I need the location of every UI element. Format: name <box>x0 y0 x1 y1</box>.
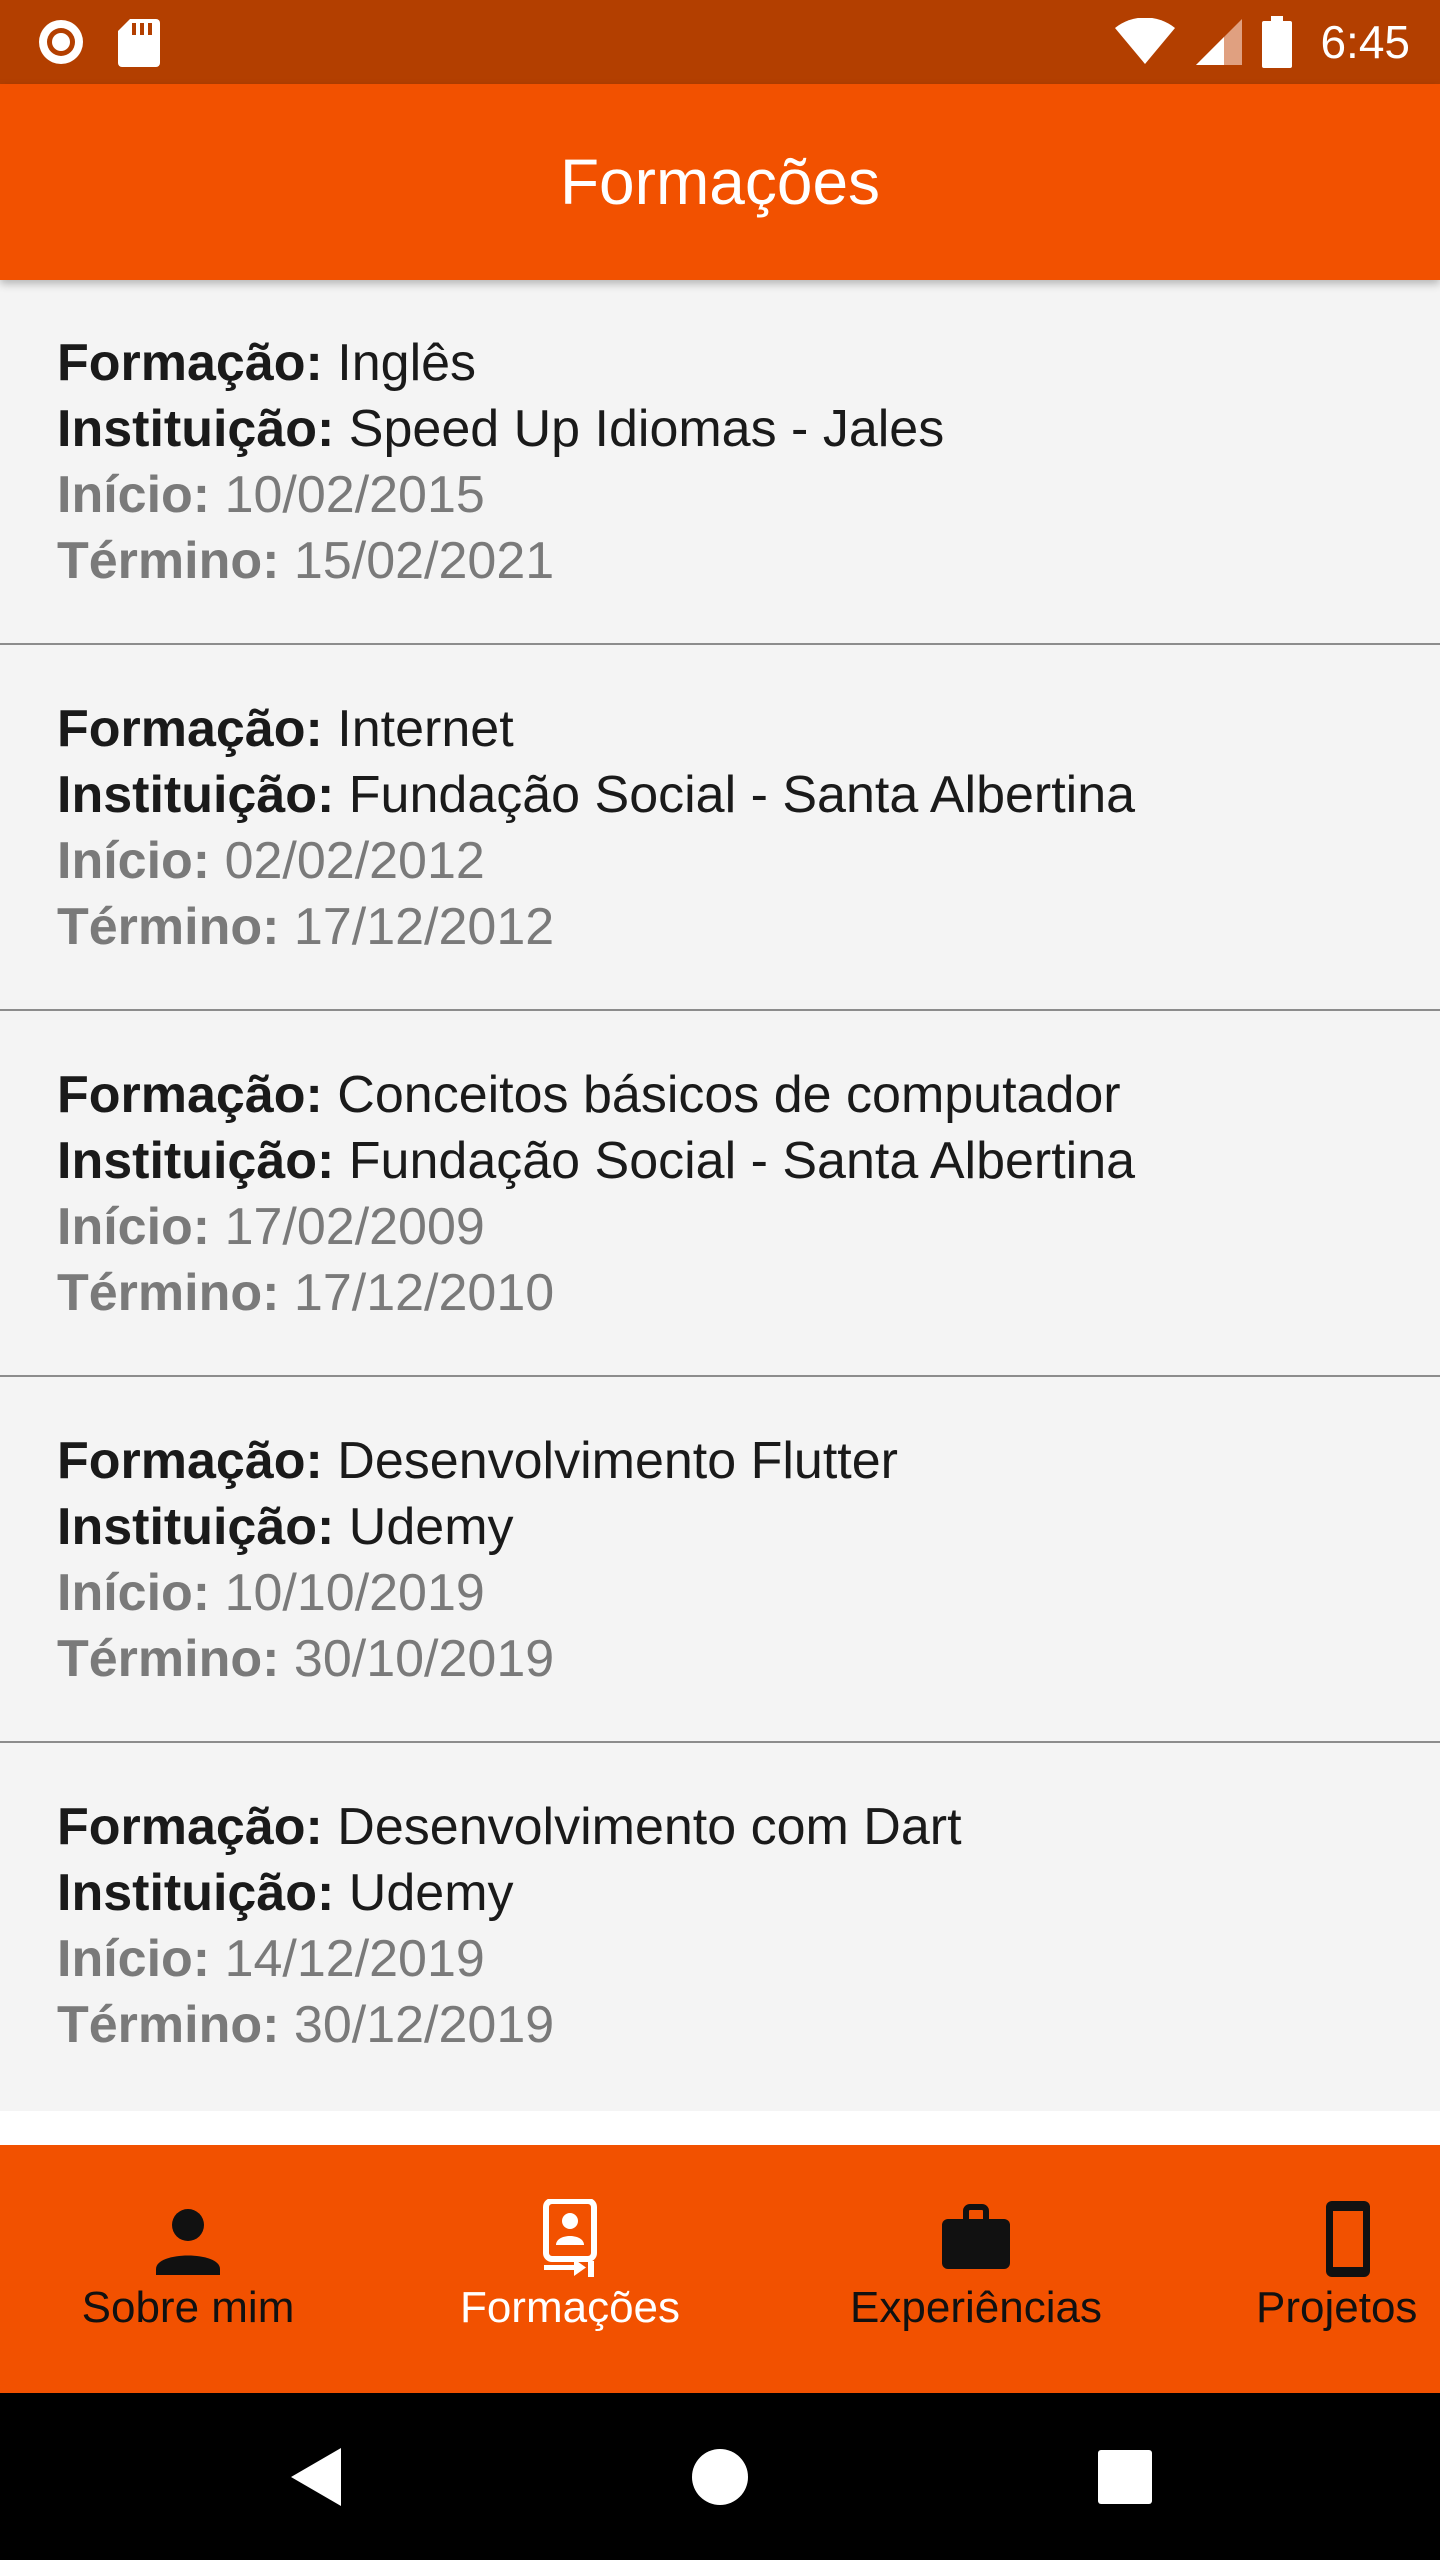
termino-line: Término: 30/10/2019 <box>57 1626 898 1692</box>
formacao-value: Inglês <box>337 334 477 392</box>
instituicao-line: Instituição: Fundação Social - Santa Alb… <box>57 1128 1135 1194</box>
termino-value: 17/12/2010 <box>293 1264 555 1322</box>
record-icon <box>39 20 83 64</box>
battery-icon <box>1262 16 1293 68</box>
formacao-value: Desenvolvimento Flutter <box>337 1432 898 1490</box>
instituicao-value: Fundação Social - Santa Albertina <box>348 766 1136 824</box>
formacao-label: Formação: <box>57 700 323 758</box>
termino-label: Término: <box>57 532 280 590</box>
status-left-icons <box>36 18 160 67</box>
formacao-line: Formação: Internet <box>57 696 1135 762</box>
list-item[interactable]: Formação: Desenvolvimento com Dart Insti… <box>0 1744 1440 2109</box>
formacoes-list[interactable]: Formação: Inglês Instituição: Speed Up I… <box>0 280 1440 2112</box>
instituicao-label: Instituição: <box>57 1498 335 1556</box>
formacao-line: Formação: Conceitos básicos de computado… <box>57 1062 1135 1128</box>
inicio-value: 10/02/2015 <box>224 466 485 524</box>
signal-icon <box>1196 19 1243 65</box>
inicio-label: Início: <box>57 832 211 890</box>
termino-label: Término: <box>57 1996 280 2054</box>
inicio-value: 02/02/2012 <box>224 832 485 890</box>
formacao-label: Formação: <box>57 334 323 392</box>
status-bar: 6:45 <box>0 0 1440 84</box>
sd-card-icon <box>118 19 160 67</box>
inicio-line: Início: 02/02/2012 <box>57 828 1135 894</box>
person-icon <box>156 2209 220 2275</box>
wifi-icon <box>1115 18 1176 64</box>
briefcase-icon <box>942 2204 1010 2269</box>
home-icon <box>692 2448 748 2505</box>
inicio-line: Início: 10/02/2015 <box>57 462 944 528</box>
termino-value: 17/12/2012 <box>293 898 555 956</box>
termino-label: Término: <box>57 898 280 956</box>
nav-item-experiencias[interactable]: Experiências <box>826 2145 1126 2393</box>
inicio-value: 17/02/2009 <box>224 1198 485 1256</box>
nav-label: Experiências <box>850 2283 1102 2332</box>
list-item[interactable]: Formação: Inglês Instituição: Speed Up I… <box>0 280 1440 645</box>
nav-label: Sobre mim <box>81 2283 295 2332</box>
instituicao-label: Instituição: <box>57 400 335 458</box>
formacao-label: Formação: <box>57 1432 323 1490</box>
home-button[interactable] <box>645 2393 795 2560</box>
recents-icon <box>1098 2449 1152 2504</box>
back-button[interactable] <box>240 2393 390 2560</box>
list-item[interactable]: Formação: Conceitos básicos de computado… <box>0 1012 1440 1377</box>
termino-label: Término: <box>57 1264 280 1322</box>
inicio-value: 10/10/2019 <box>224 1564 485 1622</box>
screen: 6:45 Formações Formação: Inglês Institui… <box>0 0 1440 2560</box>
inicio-line: Início: 14/12/2019 <box>57 1926 962 1992</box>
nav-item-projetos[interactable]: Projetos <box>1218 2145 1440 2393</box>
termino-value: 30/10/2019 <box>293 1630 555 1688</box>
termino-line: Término: 30/12/2019 <box>57 1992 962 2058</box>
status-right-icons: 6:45 <box>1114 14 1410 70</box>
back-icon <box>291 2447 341 2506</box>
inicio-label: Início: <box>57 1198 211 1256</box>
instituicao-line: Instituição: Fundação Social - Santa Alb… <box>57 762 1135 828</box>
formacao-line: Formação: Inglês <box>57 330 944 396</box>
instituicao-label: Instituição: <box>57 766 335 824</box>
status-time: 6:45 <box>1320 16 1410 68</box>
nav-item-formacoes[interactable]: Formações <box>420 2145 720 2393</box>
list-bottom-gap <box>0 2111 1440 2145</box>
instituicao-value: Udemy <box>348 1864 514 1922</box>
bottom-navigation: Sobre mim Formações Experiências Projeto… <box>0 2145 1440 2393</box>
instituicao-line: Instituição: Udemy <box>57 1494 898 1560</box>
inicio-label: Início: <box>57 1564 211 1622</box>
formacao-line: Formação: Desenvolvimento com Dart <box>57 1794 962 1860</box>
instituicao-value: Udemy <box>348 1498 514 1556</box>
nav-label: Projetos <box>1256 2283 1418 2332</box>
inicio-value: 14/12/2019 <box>224 1930 485 1988</box>
formacao-value: Internet <box>337 700 514 758</box>
smartphone-icon <box>1326 2201 1370 2277</box>
instituicao-label: Instituição: <box>57 1132 335 1190</box>
termino-value: 15/02/2021 <box>293 532 555 590</box>
termino-line: Término: 17/12/2010 <box>57 1260 1135 1326</box>
instituicao-value: Fundação Social - Santa Albertina <box>348 1132 1136 1190</box>
badge-icon <box>543 2199 597 2277</box>
list-item[interactable]: Formação: Desenvolvimento Flutter Instit… <box>0 1378 1440 1743</box>
inicio-line: Início: 17/02/2009 <box>57 1194 1135 1260</box>
inicio-label: Início: <box>57 466 211 524</box>
nav-label: Formações <box>459 2283 681 2332</box>
list-item[interactable]: Formação: Internet Instituição: Fundação… <box>0 646 1440 1011</box>
recents-button[interactable] <box>1050 2393 1200 2560</box>
instituicao-value: Speed Up Idiomas - Jales <box>348 400 945 458</box>
formacao-label: Formação: <box>57 1066 323 1124</box>
formacao-line: Formação: Desenvolvimento Flutter <box>57 1428 898 1494</box>
app-bar: Formações <box>0 84 1440 280</box>
page-title: Formações <box>559 146 881 218</box>
termino-value: 30/12/2019 <box>293 1996 555 2054</box>
instituicao-line: Instituição: Speed Up Idiomas - Jales <box>57 396 944 462</box>
inicio-label: Início: <box>57 1930 211 1988</box>
instituicao-label: Instituição: <box>57 1864 335 1922</box>
formacao-value: Desenvolvimento com Dart <box>337 1798 962 1856</box>
system-navigation-bar <box>0 2393 1440 2560</box>
formacao-label: Formação: <box>57 1798 323 1856</box>
termino-label: Término: <box>57 1630 280 1688</box>
nav-item-sobre-mim[interactable]: Sobre mim <box>38 2145 338 2393</box>
instituicao-line: Instituição: Udemy <box>57 1860 962 1926</box>
formacao-value: Conceitos básicos de computador <box>337 1066 1121 1124</box>
inicio-line: Início: 10/10/2019 <box>57 1560 898 1626</box>
termino-line: Término: 17/12/2012 <box>57 894 1135 960</box>
termino-line: Término: 15/02/2021 <box>57 528 944 594</box>
